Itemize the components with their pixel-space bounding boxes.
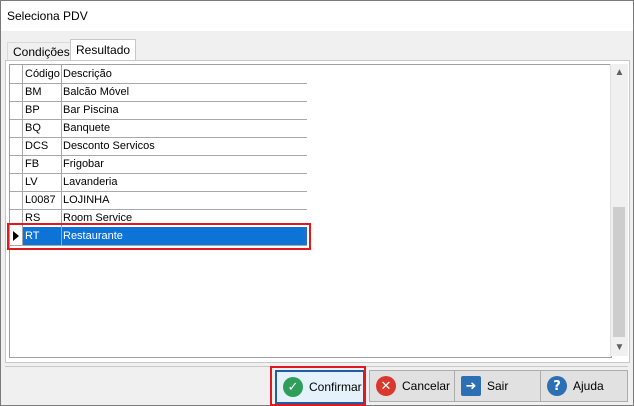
row-indicator xyxy=(10,101,23,119)
column-header-codigo[interactable]: Código xyxy=(23,65,62,83)
row-indicator xyxy=(10,83,23,101)
table-row[interactable]: BP Bar Piscina xyxy=(10,101,307,120)
row-indicator xyxy=(10,173,23,191)
row-indicator xyxy=(10,119,23,137)
cancel-x-icon: ✕ xyxy=(376,376,396,396)
table-row[interactable]: L0087 LOJINHA xyxy=(10,191,307,210)
grid-header: Código Descrição xyxy=(10,65,307,84)
cell-codigo[interactable]: FB xyxy=(23,155,62,173)
cancel-label: Cancelar xyxy=(402,379,451,393)
cancel-button[interactable]: ✕ Cancelar xyxy=(369,370,457,402)
exit-label: Sair xyxy=(487,379,509,393)
cell-codigo[interactable]: LV xyxy=(23,173,62,191)
tab-condicoes[interactable]: Condições xyxy=(7,42,76,61)
result-panel: Código Descrição BM Balcão Móvel BP Bar … xyxy=(5,60,630,363)
cell-descricao[interactable]: Bar Piscina xyxy=(62,101,303,119)
column-header-descricao[interactable]: Descrição xyxy=(62,65,303,83)
table-row[interactable]: FB Frigobar xyxy=(10,155,307,174)
cell-codigo[interactable]: DCS xyxy=(23,137,62,155)
cell-descricao[interactable]: LOJINHA xyxy=(62,191,303,209)
table-row[interactable]: DCS Desconto Servicos xyxy=(10,137,307,156)
help-label: Ajuda xyxy=(573,379,604,393)
vertical-scrollbar[interactable]: ▲ ▼ xyxy=(610,64,628,356)
row-indicator-header xyxy=(10,65,23,83)
table-row[interactable]: BQ Banquete xyxy=(10,119,307,138)
scroll-up-icon[interactable]: ▲ xyxy=(611,64,628,81)
cell-descricao[interactable]: Frigobar xyxy=(62,155,303,173)
cell-descricao[interactable]: Banquete xyxy=(62,119,303,137)
tab-resultado[interactable]: Resultado xyxy=(70,39,137,62)
cell-descricao[interactable]: Desconto Servicos xyxy=(62,137,303,155)
grid-rows: Código Descrição BM Balcão Móvel BP Bar … xyxy=(10,65,307,357)
title-bar[interactable]: Seleciona PDV xyxy=(1,1,633,31)
scroll-down-icon[interactable]: ▼ xyxy=(611,339,628,356)
row-indicator xyxy=(10,155,23,173)
window-title: Seleciona PDV xyxy=(7,9,88,23)
exit-door-icon: ➜ xyxy=(461,376,481,396)
cell-codigo[interactable]: BM xyxy=(23,83,62,101)
selected-row-highlight xyxy=(7,223,311,250)
cell-codigo[interactable]: BQ xyxy=(23,119,62,137)
cell-codigo[interactable]: BP xyxy=(23,101,62,119)
table-row[interactable]: BM Balcão Móvel xyxy=(10,83,307,102)
dialog-window: Seleciona PDV Condições Resultado Código… xyxy=(0,0,634,406)
help-button[interactable]: ? Ajuda xyxy=(540,370,628,402)
exit-button[interactable]: ➜ Sair xyxy=(454,370,542,402)
row-indicator xyxy=(10,137,23,155)
table-row[interactable]: LV Lavanderia xyxy=(10,173,307,192)
help-question-icon: ? xyxy=(547,376,567,396)
scroll-thumb[interactable] xyxy=(613,207,625,337)
confirm-button-highlight xyxy=(270,366,366,406)
row-indicator xyxy=(10,191,23,209)
cell-descricao[interactable]: Balcão Móvel xyxy=(62,83,303,101)
cell-codigo[interactable]: L0087 xyxy=(23,191,62,209)
cell-descricao[interactable]: Lavanderia xyxy=(62,173,303,191)
pdv-grid[interactable]: Código Descrição BM Balcão Móvel BP Bar … xyxy=(9,64,612,358)
